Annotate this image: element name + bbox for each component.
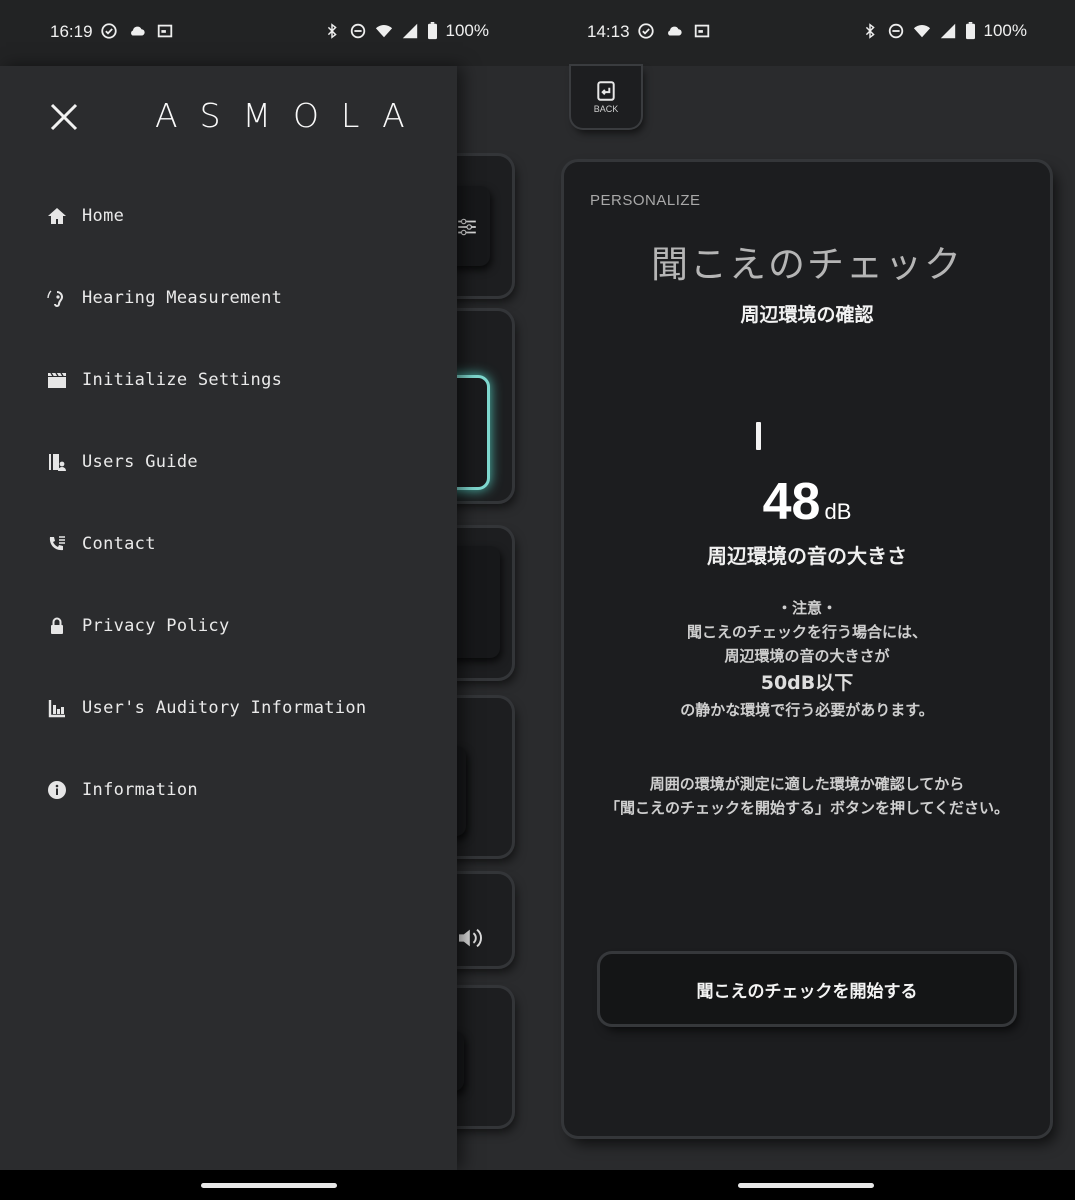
status-time: 16:19 bbox=[50, 22, 93, 41]
sliders-icon bbox=[458, 218, 476, 236]
clapperboard-icon bbox=[44, 367, 70, 393]
contact-phone-icon bbox=[44, 531, 70, 557]
navigation-bar bbox=[537, 1170, 1075, 1200]
menu-item-users-auditory-information[interactable]: User's Auditory Information bbox=[44, 683, 444, 733]
status-right-icons: 100% bbox=[323, 21, 489, 41]
hearing-check-screen: BACK PERSONALIZE 聞こえのチェック 周辺環境の確認 48 dB 周… bbox=[537, 66, 1075, 1170]
status-left-icons bbox=[100, 22, 174, 40]
wifi-icon bbox=[913, 25, 930, 38]
page-subtitle: 周辺環境の確認 bbox=[740, 304, 874, 326]
menu-item-initialize-settings[interactable]: Initialize Settings bbox=[44, 355, 444, 405]
close-icon[interactable] bbox=[47, 100, 81, 134]
do-not-disturb-icon bbox=[888, 23, 903, 39]
speaker-icon bbox=[459, 928, 482, 948]
instruction-line: 周囲の環境が測定に適した環境か確認してから bbox=[649, 775, 965, 793]
db-value: 48 bbox=[762, 473, 821, 531]
menu-item-home[interactable]: Home bbox=[44, 191, 444, 241]
battery-percentage: 100% bbox=[983, 21, 1027, 40]
menu-item-label: Users Guide bbox=[82, 452, 198, 472]
navigation-bar bbox=[0, 1170, 537, 1200]
note-line: の静かな環境で行う必要があります。 bbox=[680, 701, 934, 719]
calendar-icon bbox=[157, 24, 173, 38]
menu-item-label: Privacy Policy bbox=[82, 616, 230, 636]
note-heading: ・注意・ bbox=[776, 599, 837, 617]
bluetooth-icon bbox=[327, 23, 337, 39]
note-threshold: 50dB以下 bbox=[760, 672, 854, 694]
battery-icon bbox=[965, 22, 975, 40]
back-button-label: BACK bbox=[593, 104, 619, 114]
cloud-icon bbox=[131, 26, 145, 36]
menu-item-privacy-policy[interactable]: Privacy Policy bbox=[44, 601, 444, 651]
note-line: 聞こえのチェックを行う場合には、 bbox=[686, 623, 927, 641]
back-arrow-icon bbox=[597, 81, 615, 101]
level-meter-indicator bbox=[756, 422, 761, 450]
gesture-handle[interactable] bbox=[200, 1183, 337, 1188]
calendar-icon bbox=[694, 24, 710, 38]
lock-icon bbox=[44, 613, 70, 639]
hearing-icon bbox=[44, 285, 70, 311]
menu-item-label: Home bbox=[82, 206, 125, 226]
db-readout: 48 dB bbox=[564, 472, 1050, 532]
check-circle-icon bbox=[101, 23, 117, 39]
right-phone-screen: 14:13 100% BACK PERSONALIZE 聞こえのチェック 周辺環… bbox=[537, 0, 1075, 1200]
left-phone-screen: 16:19 100% ASMOLA Home Hearing Measureme… bbox=[0, 0, 537, 1200]
gesture-handle[interactable] bbox=[738, 1183, 874, 1188]
navigation-drawer: ASMOLA Home Hearing Measurement Initiali… bbox=[0, 66, 457, 1170]
section-label: PERSONALIZE bbox=[590, 192, 701, 209]
status-time: 14:13 bbox=[587, 22, 630, 41]
chart-icon bbox=[44, 695, 70, 721]
note-line: 周辺環境の音の大きさが bbox=[724, 647, 890, 665]
menu-item-label: Contact bbox=[82, 534, 156, 554]
instruction-line: 「聞こえのチェックを開始する」ボタンを押してください。 bbox=[604, 799, 1010, 817]
db-caption: 周辺環境の音の大きさ bbox=[707, 544, 907, 568]
menu-item-label: User's Auditory Information bbox=[82, 698, 367, 718]
guide-book-icon bbox=[44, 449, 70, 475]
status-left-icons bbox=[637, 22, 711, 40]
menu-item-users-guide[interactable]: Users Guide bbox=[44, 437, 444, 487]
wifi-icon bbox=[375, 25, 392, 38]
home-icon bbox=[44, 203, 70, 229]
check-circle-icon bbox=[638, 23, 654, 39]
db-unit: dB bbox=[824, 499, 852, 524]
signal-icon bbox=[940, 23, 955, 39]
do-not-disturb-icon bbox=[350, 23, 365, 39]
menu-item-hearing-measurement[interactable]: Hearing Measurement bbox=[44, 273, 444, 323]
menu-item-information[interactable]: Information bbox=[44, 765, 444, 815]
menu-item-contact[interactable]: Contact bbox=[44, 519, 444, 569]
battery-icon bbox=[427, 22, 437, 40]
instruction-text: 周囲の環境が測定に適した環境か確認してから 「聞こえのチェックを開始する」ボタン… bbox=[564, 772, 1050, 820]
menu-item-label: Hearing Measurement bbox=[82, 288, 283, 308]
status-bar: 14:13 100% bbox=[537, 0, 1075, 66]
app-logo: ASMOLA bbox=[155, 96, 427, 135]
menu-item-label: Initialize Settings bbox=[82, 370, 283, 390]
page-title: 聞こえのチェック bbox=[651, 243, 963, 286]
battery-percentage: 100% bbox=[445, 21, 489, 40]
status-right-icons: 100% bbox=[861, 21, 1027, 41]
bluetooth-icon bbox=[865, 23, 875, 39]
check-card: PERSONALIZE 聞こえのチェック 周辺環境の確認 48 dB 周辺環境の音… bbox=[564, 162, 1050, 1136]
caution-note: ・注意・ 聞こえのチェックを行う場合には、 周辺環境の音の大きさが 50dB以下… bbox=[564, 596, 1050, 722]
menu-item-label: Information bbox=[82, 780, 198, 800]
cloud-icon bbox=[668, 26, 682, 36]
status-bar: 16:19 100% bbox=[0, 0, 537, 66]
start-check-button[interactable]: 聞こえのチェックを開始する bbox=[600, 954, 1014, 1024]
back-button[interactable]: BACK bbox=[571, 66, 641, 128]
signal-icon bbox=[402, 23, 417, 39]
info-icon bbox=[44, 777, 70, 803]
